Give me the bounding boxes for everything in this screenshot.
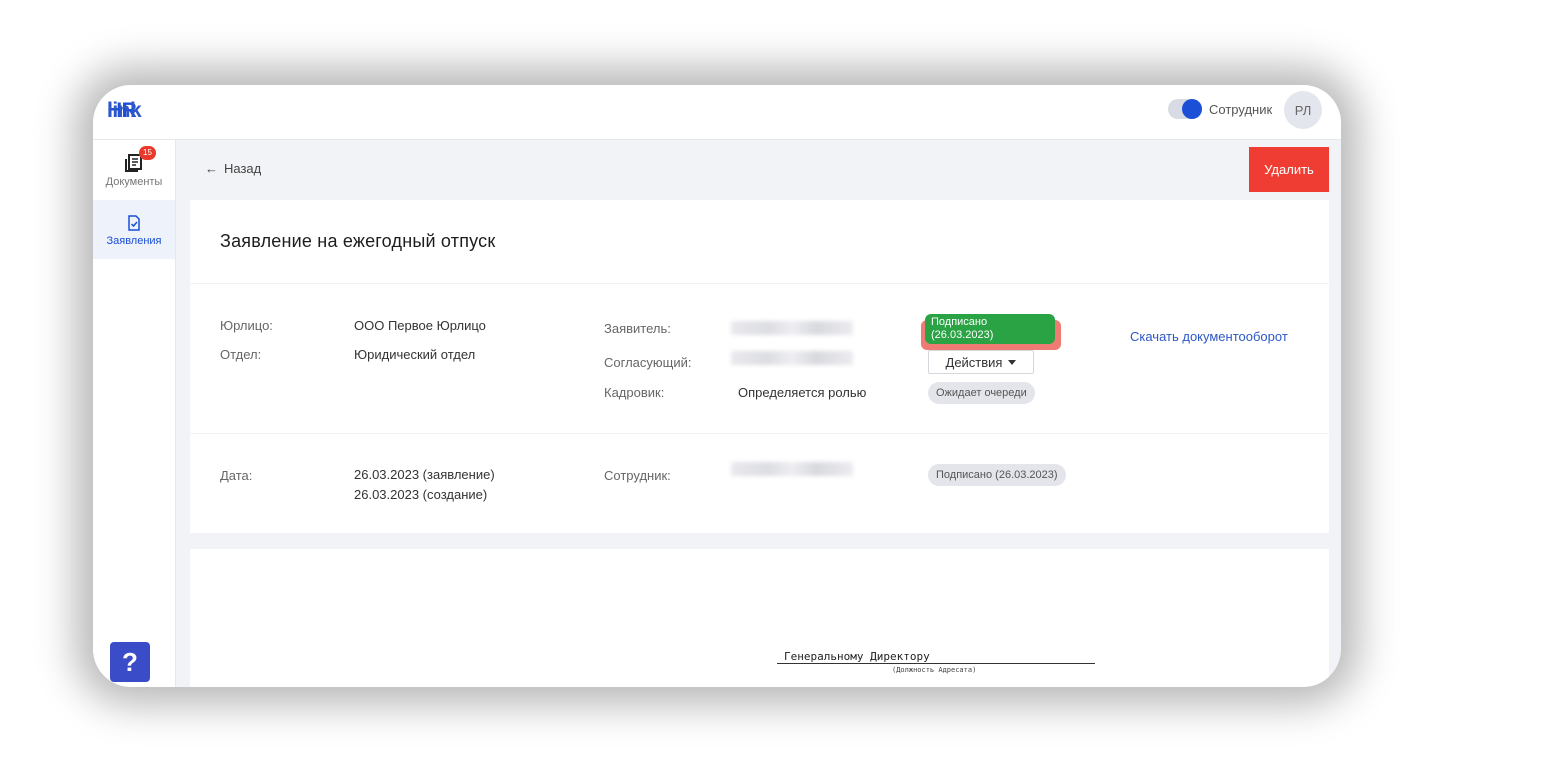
applicant-status-badge: Подписано (26.03.2023) <box>925 314 1055 344</box>
logo-link-text: link <box>107 99 142 122</box>
sidebar-item-documents[interactable]: 15 Документы <box>93 140 175 199</box>
employee-label: Сотрудник: <box>604 468 671 483</box>
employee-name-blurred <box>731 462 853 476</box>
documents-count-badge: 15 <box>139 146 156 160</box>
hr-value: Определяется ролью <box>738 385 867 400</box>
actions-label: Действия <box>945 354 1003 370</box>
help-button[interactable]: ? <box>110 642 150 682</box>
page-title: Заявление на ежегодный отпуск <box>220 231 496 251</box>
document-title-card: Заявление на ежегодный отпуск <box>190 200 1329 283</box>
document-dates-card: Дата: 26.03.2023 (заявление) 26.03.2023 … <box>190 434 1329 533</box>
role-label: Сотрудник <box>1209 102 1273 117</box>
preview-underline <box>777 663 1095 664</box>
avatar[interactable]: РЛ <box>1284 91 1322 129</box>
sidebar-item-applications[interactable]: Заявления <box>93 200 175 259</box>
hrlink-logo[interactable]: HR link <box>107 97 142 123</box>
applicant-label: Заявитель: <box>604 321 671 336</box>
sidebar-item-label: Документы <box>105 176 163 188</box>
role-toggle[interactable] <box>1168 99 1202 119</box>
arrow-left-icon: ← <box>205 161 218 176</box>
legal-entity-label: Юрлицо: <box>220 318 273 333</box>
status-line-1: Подписано <box>931 316 988 328</box>
document-info-card: Юрлицо: ООО Первое Юрлицо Отдел: Юридиче… <box>190 284 1329 433</box>
preview-addressee-caption: (Должность Адресата) <box>892 666 977 674</box>
toggle-knob <box>1182 99 1202 119</box>
delete-button[interactable]: Удалить <box>1249 147 1329 192</box>
actions-dropdown[interactable]: Действия <box>928 350 1034 374</box>
status-line-2: (26.03.2023) <box>931 329 994 341</box>
applicant-name-blurred <box>731 321 853 335</box>
sidebar-item-label: Заявления <box>106 235 162 247</box>
top-bar: HR link Сотрудник РЛ <box>93 85 1341 140</box>
legal-entity-value: ООО Первое Юрлицо <box>354 318 486 333</box>
download-workflow-link[interactable]: Скачать документооборот <box>1130 329 1288 344</box>
back-label: Назад <box>224 161 262 176</box>
hr-status-badge: Ожидает очереди <box>928 382 1035 404</box>
employee-status-badge: Подписано (26.03.2023) <box>928 464 1066 486</box>
date-created: 26.03.2023 (создание) <box>354 487 488 502</box>
date-label: Дата: <box>220 468 253 483</box>
back-button[interactable]: ← Назад <box>205 161 261 176</box>
approver-name-blurred <box>731 351 853 365</box>
department-label: Отдел: <box>220 347 262 362</box>
preview-addressee: Генеральному Директору <box>784 650 930 663</box>
application-icon <box>128 215 140 231</box>
document-preview: Генеральному Директору (Должность Адреса… <box>190 549 1329 687</box>
hr-label: Кадровик: <box>604 385 665 400</box>
department-value: Юридический отдел <box>354 347 476 362</box>
date-application: 26.03.2023 (заявление) <box>354 467 495 482</box>
approver-label: Согласующий: <box>604 355 692 370</box>
app-window: HR link Сотрудник РЛ 15 Документы Заявлен… <box>93 85 1341 687</box>
caret-down-icon <box>1008 359 1017 365</box>
sidebar: 15 Документы Заявления ? <box>93 140 176 687</box>
